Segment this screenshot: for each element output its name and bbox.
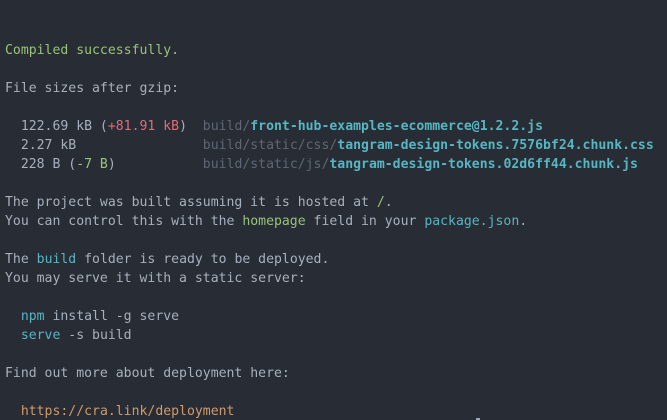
terminal-line: serve -s build [5,326,667,345]
terminal-line: Compiled successfully. [5,41,667,60]
terminal-text-segment: ) [179,119,203,134]
terminal-text-segment: ) [107,157,203,172]
terminal-text-segment: You can control this with the [5,214,243,229]
terminal-line: 228 B (-7 B) build/static/js/tangram-des… [5,155,667,174]
terminal-text-segment: package.json [424,214,520,229]
terminal-text-segment: npm [20,309,45,324]
terminal-text-segment: folder is ready to be deployed. [76,252,330,267]
deployment-url-link[interactable]: https://cra.link/deployment [21,404,235,419]
terminal-lines: Compiled successfully. File sizes after g… [5,41,667,420]
terminal-line: You may serve it with a static server: [5,269,667,288]
terminal-text-segment: build/ [202,119,251,134]
terminal-text-segment: The project was built assuming it is hos… [5,195,377,210]
terminal-text-segment: 2.27 kB [5,138,203,153]
terminal-text-segment: tangram-design-tokens.7576bf24.chunk.css [337,138,654,153]
terminal-text-segment: You may serve it with a static server: [5,271,306,286]
terminal-text-segment: build/static/css/ [202,138,338,153]
terminal-text-segment: build [36,252,77,267]
terminal-text-segment: tangram-design-tokens.02d6ff44.chunk.js [329,157,638,172]
terminal-text-segment: -s build [60,328,132,343]
terminal-text-segment: . [519,214,528,229]
terminal-line: Find out more about deployment here: [5,364,667,383]
terminal-text-segment: Find out more about deployment here: [5,366,290,381]
terminal-text-segment: The [5,252,37,267]
terminal-line: https://cra.link/deployment [5,402,667,420]
terminal-text-segment: build/static/js/ [202,157,330,172]
terminal-line: The build folder is ready to be deployed… [5,250,667,269]
terminal-line: npm install -g serve [5,307,667,326]
terminal-line: 2.27 kB build/static/css/tangram-design-… [5,136,667,155]
terminal-text-segment: . [384,195,393,210]
terminal-text-segment: 228 B ( [5,157,77,172]
terminal-line: You can control this with the homepage f… [5,212,667,231]
terminal-line: File sizes after gzip: [5,79,667,98]
terminal-text-segment: 122.69 kB ( [5,119,108,134]
terminal-text-segment: homepage [242,214,306,229]
terminal-text-segment: File sizes after gzip: [5,81,180,96]
terminal-text-segment: serve [20,328,61,343]
terminal-output: Compiled successfully. File sizes after g… [0,0,667,420]
terminal-line: 122.69 kB (+81.91 kB) build/front-hub-ex… [5,117,667,136]
terminal-text-segment: field in your [305,214,425,229]
terminal-line: The project was built assuming it is hos… [5,193,667,212]
terminal-text-segment: -7 B [76,157,108,172]
terminal-text-segment: install -g serve [44,309,180,324]
terminal-text-segment: Compiled successfully. [5,43,180,58]
terminal-text-segment: / [376,195,385,210]
terminal-text-segment: +81.91 kB [107,119,180,134]
terminal-text-segment: front-hub-examples-ecommerce@1.2.2.js [250,119,543,134]
